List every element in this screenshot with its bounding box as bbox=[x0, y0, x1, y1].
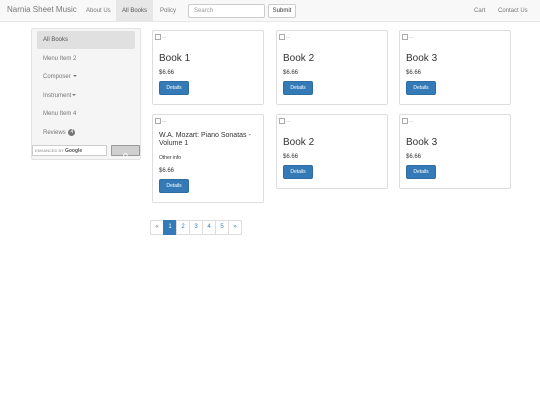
pagination-page-3[interactable]: 3 bbox=[189, 220, 203, 235]
nav-contact-us[interactable]: Contact Us bbox=[492, 0, 534, 22]
product-card: ... Book 2 $6.66 Details bbox=[276, 114, 388, 189]
search-input[interactable]: Search bbox=[188, 4, 265, 18]
sidebar-item-all-books[interactable]: All Books bbox=[37, 31, 135, 49]
product-image: ... bbox=[279, 117, 291, 125]
google-search-button[interactable] bbox=[111, 145, 140, 159]
product-price: $6.66 bbox=[159, 168, 175, 174]
pagination-next[interactable]: » bbox=[228, 220, 242, 235]
product-title[interactable]: Book 1 bbox=[159, 54, 190, 64]
product-image: ... bbox=[402, 117, 414, 125]
details-button[interactable]: Details bbox=[406, 81, 436, 95]
product-title[interactable]: Book 3 bbox=[406, 138, 437, 148]
product-price: $6.66 bbox=[283, 154, 299, 160]
details-button[interactable]: Details bbox=[283, 165, 313, 179]
product-info: Other info bbox=[159, 155, 181, 161]
nav-cart[interactable]: Cart bbox=[468, 0, 491, 22]
product-title[interactable]: Book 2 bbox=[283, 138, 314, 148]
product-price: $6.66 bbox=[159, 70, 175, 76]
pagination-page-4[interactable]: 4 bbox=[202, 220, 216, 235]
pagination-prev[interactable]: « bbox=[150, 220, 164, 235]
reviews-count-badge: 4 bbox=[68, 128, 76, 136]
pagination-page-1[interactable]: 1 bbox=[163, 220, 177, 235]
details-button[interactable]: Details bbox=[406, 165, 436, 179]
details-button[interactable]: Details bbox=[159, 179, 189, 193]
product-price: $6.66 bbox=[283, 70, 299, 76]
nav-all-books[interactable]: All Books bbox=[116, 0, 154, 22]
product-image: ... bbox=[155, 117, 167, 125]
details-button[interactable]: Details bbox=[159, 81, 189, 95]
product-image: ... bbox=[279, 33, 291, 41]
search-icon bbox=[122, 153, 129, 159]
sidebar: All Books Menu Item 2 Composer Instrumen… bbox=[31, 28, 141, 160]
product-card: ... W.A. Mozart: Piano Sonatas - Volume … bbox=[152, 114, 264, 203]
sidebar-item-label: Instrument bbox=[43, 93, 72, 99]
sidebar-item-label: Menu Item 4 bbox=[43, 111, 77, 117]
nav-policy[interactable]: Policy bbox=[154, 0, 182, 22]
pagination-page-2[interactable]: 2 bbox=[176, 220, 190, 235]
caret-down-icon bbox=[73, 75, 78, 78]
product-card: ... Book 3 $6.66 Details bbox=[399, 114, 511, 189]
google-enhanced-label: ENHANCED BY bbox=[35, 148, 64, 153]
google-search-input[interactable]: ENHANCED BY Google bbox=[32, 145, 107, 156]
product-title[interactable]: Book 3 bbox=[406, 54, 437, 64]
nav-about-us[interactable]: About Us bbox=[80, 0, 117, 22]
product-image: ... bbox=[155, 33, 167, 41]
product-card: ... Book 1 $6.66 Details bbox=[152, 30, 264, 105]
sidebar-item-label: Reviews bbox=[43, 130, 66, 136]
product-card: ... Book 3 $6.66 Details bbox=[399, 30, 511, 105]
pagination-page-5[interactable]: 5 bbox=[215, 220, 229, 235]
top-navbar: Narnia Sheet Music About Us All Books Po… bbox=[0, 0, 540, 22]
details-button[interactable]: Details bbox=[283, 81, 313, 95]
sidebar-item-reviews[interactable]: Reviews 4 bbox=[37, 124, 135, 142]
product-image: ... bbox=[402, 33, 414, 41]
sidebar-item-label: All Books bbox=[43, 37, 69, 43]
google-brand-label: Google bbox=[64, 148, 83, 154]
sidebar-item-composer[interactable]: Composer bbox=[37, 68, 135, 86]
pagination: « 1 2 3 4 5 » bbox=[150, 220, 242, 235]
product-price: $6.66 bbox=[406, 154, 422, 160]
sidebar-item-label: Menu Item 2 bbox=[43, 56, 77, 62]
product-card: ... Book 2 $6.66 Details bbox=[276, 30, 388, 105]
sidebar-item-instrument[interactable]: Instrument bbox=[37, 87, 135, 105]
caret-down-icon bbox=[72, 94, 77, 97]
product-price: $6.66 bbox=[406, 70, 422, 76]
brand-link[interactable]: Narnia Sheet Music bbox=[7, 5, 77, 14]
sidebar-item-menu-4[interactable]: Menu Item 4 bbox=[37, 105, 135, 123]
submit-button[interactable]: Submit bbox=[268, 4, 296, 18]
sidebar-item-label: Composer bbox=[43, 74, 71, 80]
sidebar-item-menu-2[interactable]: Menu Item 2 bbox=[37, 50, 135, 68]
product-title[interactable]: Book 2 bbox=[283, 54, 314, 64]
product-title[interactable]: W.A. Mozart: Piano Sonatas - Volume 1 bbox=[159, 132, 259, 148]
